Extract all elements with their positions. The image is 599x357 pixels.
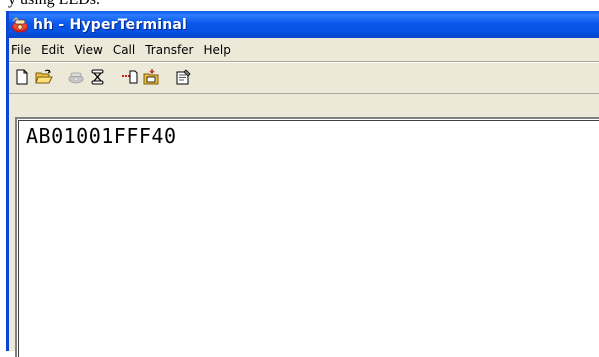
disconnect-phone-icon[interactable] (65, 66, 87, 88)
hyperterminal-phone-icon[interactable] (11, 16, 29, 34)
menu-separator (9, 61, 599, 63)
connect-icon[interactable] (87, 66, 109, 88)
menu-bar: File Edit View Call Transfer Help (9, 40, 599, 60)
properties-icon[interactable] (173, 66, 195, 88)
send-file-icon[interactable] (119, 66, 141, 88)
page-caption: y using LEDs. (8, 0, 100, 9)
window-title: hh - HyperTerminal (33, 16, 188, 33)
terminal-inner-border (18, 120, 599, 357)
toolbar-separator (9, 93, 599, 94)
menu-transfer[interactable]: Transfer (140, 41, 198, 59)
hyperterminal-window: hh - HyperTerminal File Edit View Call T… (6, 11, 599, 357)
new-icon[interactable] (11, 66, 33, 88)
menu-call[interactable]: Call (108, 41, 140, 59)
open-folder-icon[interactable] (33, 66, 55, 88)
menu-view[interactable]: View (69, 41, 107, 59)
menu-help[interactable]: Help (199, 41, 236, 59)
receive-file-icon[interactable] (141, 66, 163, 88)
toolbar (11, 64, 195, 90)
terminal-output: AB01001FFF40 (26, 124, 177, 148)
title-bar[interactable]: hh - HyperTerminal (9, 11, 599, 38)
terminal-area[interactable]: AB01001FFF40 (15, 117, 599, 357)
menu-file[interactable]: File (9, 41, 36, 59)
menu-edit[interactable]: Edit (36, 41, 69, 59)
